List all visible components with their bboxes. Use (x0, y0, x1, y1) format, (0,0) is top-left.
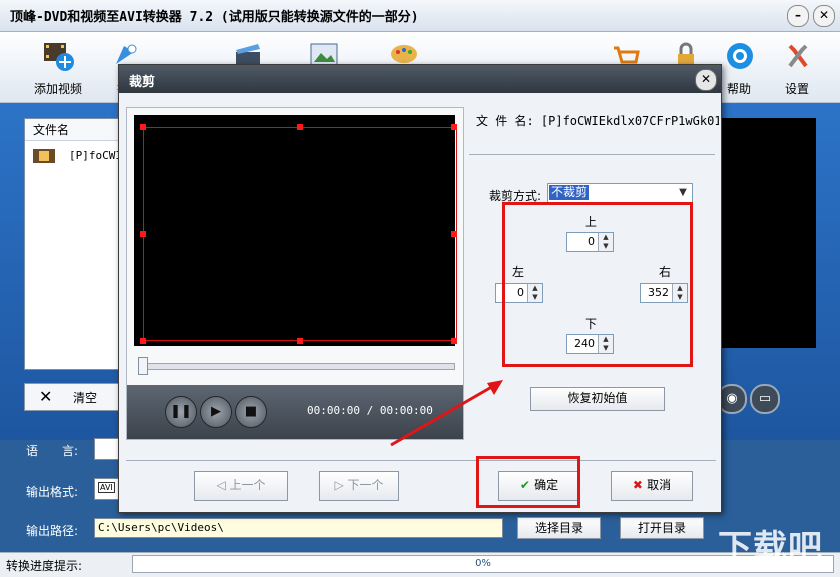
divider (126, 460, 716, 461)
language-select[interactable] (94, 438, 120, 460)
film-add-icon (44, 43, 74, 71)
next-button[interactable]: ▷ 下一个 (319, 471, 399, 501)
cancel-button[interactable]: ✖ 取消 (611, 471, 693, 501)
reset-button[interactable]: 恢复初始值 (530, 387, 665, 411)
pause-icon: ❚❚ (170, 404, 192, 419)
crop-handle[interactable] (451, 124, 457, 130)
crop-dialog: 裁剪 ✕ ❚❚ ▶ ■ 00:00:00 / 00:00:00 文 件 名: [… (118, 64, 722, 513)
file-name-label: 文 件 名: [P]foCWIEkdlx07CFrP1wGk01041200 (476, 114, 719, 128)
stop-icon: ■ (244, 404, 258, 419)
watermark: 下载吧 (718, 528, 823, 568)
seek-slider[interactable] (141, 363, 455, 370)
crop-handle[interactable] (297, 124, 303, 130)
annotation-highlight (502, 202, 693, 367)
dialog-close-button[interactable]: ✕ (695, 69, 717, 91)
tools-icon (788, 44, 808, 68)
add-video-button[interactable]: 添加视频 (23, 32, 93, 102)
avi-icon: AVI (98, 482, 115, 493)
crop-rectangle[interactable] (143, 127, 457, 341)
crop-handle[interactable] (140, 338, 146, 344)
language-label: 语 言: (26, 444, 79, 458)
annotation-highlight (476, 456, 580, 508)
crop-handle[interactable] (451, 338, 457, 344)
prev-button[interactable]: ◁ 上一个 (194, 471, 288, 501)
camera-icon: ◉ (726, 391, 738, 406)
crop-handle[interactable] (140, 124, 146, 130)
crop-handle[interactable] (140, 231, 146, 237)
film-icon (33, 149, 55, 163)
annotation-arrow-icon (390, 380, 503, 447)
title-bar: 顶峰-DVD和视频至AVI转换器 7.2 (试用版只能转换源文件的一部分) – … (0, 0, 840, 32)
stop-button[interactable]: ■ (235, 396, 267, 428)
dialog-title: 裁剪 (129, 75, 156, 90)
x-icon: ✕ (39, 387, 53, 406)
divider (469, 154, 715, 155)
clear-button[interactable]: ✕ 清空 (24, 383, 120, 411)
minimize-button[interactable]: – (787, 5, 809, 27)
choose-dir-button[interactable]: 选择目录 (517, 517, 601, 539)
chevron-down-icon: ▼ (679, 187, 687, 198)
close-icon: ✕ (700, 72, 712, 86)
window-title: 顶峰-DVD和视频至AVI转换器 7.2 (试用版只能转换源文件的一部分) (10, 10, 419, 25)
arrow-right-icon: ▷ (334, 478, 348, 492)
crop-handle[interactable] (297, 338, 303, 344)
play-icon: ▶ (211, 404, 221, 419)
format-select[interactable]: AVI (94, 478, 120, 500)
format-label: 输出格式: (26, 485, 79, 499)
main-preview (716, 118, 816, 348)
crop-handle[interactable] (451, 231, 457, 237)
open-folder-button[interactable]: ▭ (750, 384, 780, 414)
dialog-title-bar: 裁剪 ✕ (119, 65, 721, 93)
crop-mode-select[interactable]: 不裁剪 ▼ (547, 183, 693, 203)
progress-text: 0% (475, 558, 491, 569)
help-icon (727, 43, 753, 69)
file-name: [P]foCWIE (69, 149, 123, 162)
pause-button[interactable]: ❚❚ (165, 396, 197, 428)
path-label: 输出路径: (26, 524, 79, 538)
folder-icon: ▭ (758, 391, 772, 406)
seek-thumb[interactable] (138, 357, 148, 375)
list-item[interactable]: [P]foCWIE (29, 147, 123, 165)
output-path-input[interactable]: C:\Users\pc\Videos\ (94, 518, 503, 538)
video-preview (134, 115, 457, 346)
play-button[interactable]: ▶ (200, 396, 232, 428)
arrow-left-icon: ◁ (216, 478, 230, 492)
file-list-header: 文件名 (25, 119, 125, 141)
status-label: 转换进度提示: (6, 559, 83, 573)
settings-button[interactable]: 设置 (762, 32, 832, 102)
file-list[interactable]: 文件名 [P]foCWIE (24, 118, 126, 370)
x-icon: ✖ (632, 478, 648, 492)
close-button[interactable]: ✕ (813, 5, 835, 27)
open-dir-button[interactable]: 打开目录 (620, 517, 704, 539)
